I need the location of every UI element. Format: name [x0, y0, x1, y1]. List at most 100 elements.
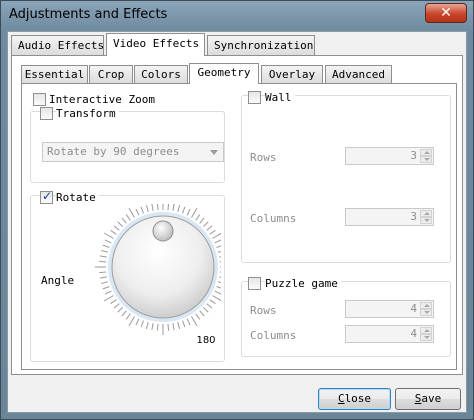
spin-down-icon[interactable] — [420, 309, 432, 316]
interactive-zoom-label: Interactive Zoom — [49, 93, 155, 106]
dial-tick — [151, 323, 154, 331]
rotate-checkbox[interactable]: ✓ — [40, 189, 53, 204]
dial-tick — [128, 207, 135, 218]
spin-down-icon[interactable] — [420, 334, 432, 341]
dial-tick — [99, 271, 107, 274]
puzzle-rows-label: Rows — [250, 304, 277, 317]
geometry-pane: Interactive Zoom Transform Rotate by 90 … — [21, 83, 457, 370]
dial-tick — [125, 214, 131, 221]
dial-tick — [219, 261, 221, 263]
tab-synchronization[interactable]: Synchronization — [207, 35, 315, 55]
wall-checkbox[interactable] — [248, 91, 261, 104]
wall-columns-spinbox[interactable]: 3 — [345, 208, 434, 226]
dial-tick — [104, 290, 112, 295]
dial-tick — [156, 204, 159, 211]
tab-video-effects[interactable]: Video Effects — [106, 33, 205, 56]
dial-tick — [214, 290, 221, 295]
spin-down-icon[interactable] — [420, 217, 432, 224]
window-title: Adjustments and Effects — [9, 7, 168, 22]
dial-tick — [199, 310, 205, 317]
dial-tick — [110, 299, 117, 305]
dial-handle[interactable] — [152, 220, 174, 242]
dial-tick — [151, 204, 154, 211]
dial-tick — [103, 295, 114, 302]
video-effects-pane: Essential Crop Colors Geometry Overlay A… — [11, 55, 463, 375]
close-button[interactable]: Close — [318, 388, 391, 410]
dial-tick — [167, 204, 170, 211]
tab-crop[interactable]: Crop — [89, 65, 133, 83]
dial-tick — [140, 206, 144, 214]
adjustments-window: Adjustments and Effects ✕ Audio Effects … — [0, 0, 474, 420]
title-bar[interactable]: Adjustments and Effects ✕ — [1, 1, 473, 31]
dial-tick — [99, 276, 107, 279]
rotate-label: Rotate — [56, 191, 99, 204]
check-icon: ✓ — [42, 189, 53, 203]
window-close-button[interactable]: ✕ — [425, 3, 467, 23]
dial-tick — [191, 207, 198, 218]
dial-tick — [156, 323, 159, 331]
dial-tick — [217, 281, 221, 284]
spin-up-icon[interactable] — [420, 210, 432, 217]
dial-tick — [216, 286, 221, 289]
tab-overlay[interactable]: Overlay — [261, 65, 323, 83]
wall-columns-label: Columns — [250, 212, 297, 225]
dial-tick — [177, 321, 181, 329]
dial-tick — [209, 299, 216, 305]
interactive-zoom-checkbox[interactable] — [33, 93, 46, 106]
dial-tick — [172, 204, 175, 211]
dial-tick — [117, 306, 124, 313]
angle-label: Angle — [41, 274, 75, 287]
dial-tick — [99, 255, 107, 258]
dial-tick — [212, 295, 221, 302]
dial-tick — [102, 286, 110, 290]
dial-tick — [214, 239, 221, 244]
close-icon: ✕ — [440, 5, 452, 21]
dial-tick — [202, 221, 209, 228]
puzzle-group — [241, 281, 451, 357]
dial-tick — [206, 225, 213, 231]
puzzle-columns-label: Columns — [250, 329, 297, 342]
spin-up-icon[interactable] — [420, 302, 432, 309]
save-button[interactable]: Save — [395, 388, 461, 410]
dial-tick — [103, 232, 114, 239]
dial-tick — [101, 249, 109, 253]
puzzle-rows-spinbox[interactable]: 4 — [345, 300, 434, 318]
dial-tick — [145, 205, 149, 213]
dial-tick — [216, 245, 221, 248]
dial-tick — [101, 281, 109, 285]
dial-tick — [135, 318, 140, 326]
dial-tick — [212, 232, 221, 239]
dial-tick — [167, 323, 170, 331]
dialog-client: Audio Effects Video Effects Synchronizat… — [7, 31, 467, 413]
dial-tick — [128, 316, 135, 327]
dial-tick — [140, 320, 144, 328]
dial-tick — [121, 217, 127, 224]
dial-tick — [121, 310, 127, 317]
transform-select[interactable]: Rotate by 90 degrees — [42, 142, 224, 162]
tab-colors[interactable]: Colors — [134, 65, 188, 83]
dial-tick — [186, 318, 191, 326]
dial-tick — [219, 256, 221, 258]
tab-advanced[interactable]: Advanced — [325, 65, 392, 83]
dial-tick — [206, 303, 213, 309]
puzzle-columns-spinbox[interactable]: 4 — [345, 325, 434, 343]
dial-tick — [191, 316, 198, 327]
dial-tick — [99, 260, 107, 263]
transform-checkbox[interactable] — [40, 107, 53, 120]
angle-dial[interactable]: 180 — [79, 204, 221, 346]
dial-tick — [113, 225, 120, 231]
spin-up-icon[interactable] — [420, 327, 432, 334]
spin-down-icon[interactable] — [420, 156, 432, 163]
dial-tick — [104, 239, 112, 244]
dial-tick — [145, 321, 149, 329]
tab-essential[interactable]: Essential — [21, 65, 88, 83]
tab-geometry[interactable]: Geometry — [189, 63, 259, 84]
wall-rows-spinbox[interactable]: 3 — [345, 147, 434, 165]
dial-tick — [182, 206, 186, 214]
puzzle-label: Puzzle game — [265, 277, 341, 290]
wall-rows-label: Rows — [250, 151, 277, 164]
spin-up-icon[interactable] — [420, 149, 432, 156]
tab-audio-effects[interactable]: Audio Effects — [11, 35, 104, 55]
dial-tick — [135, 208, 140, 216]
puzzle-checkbox[interactable] — [248, 277, 261, 290]
